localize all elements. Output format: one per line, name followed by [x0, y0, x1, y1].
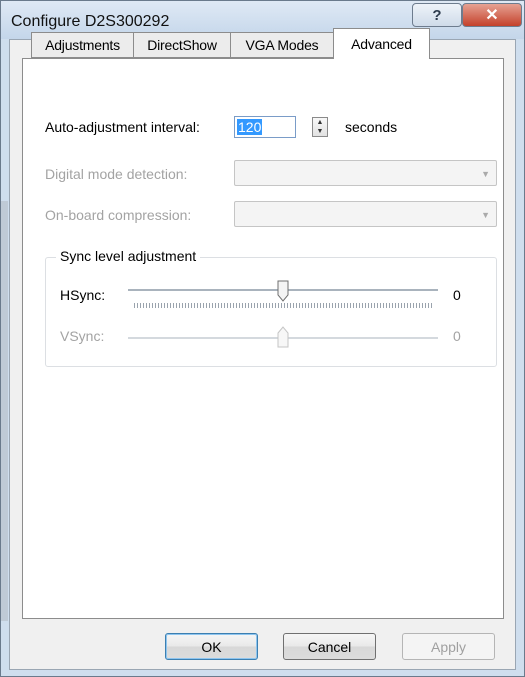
tab-label: Advanced: [351, 36, 412, 52]
chevron-down-icon: ▼: [481, 210, 490, 220]
hsync-slider-ticks: [134, 303, 432, 308]
vsync-slider-thumb[interactable]: [277, 326, 289, 348]
hsync-label: HSync:: [60, 287, 106, 303]
hsync-slider-thumb[interactable]: [277, 280, 289, 302]
vsync-value: 0: [453, 328, 461, 344]
window-title: Configure D2S300292: [11, 13, 170, 30]
close-icon: ✕: [485, 7, 499, 24]
tab-adjustments[interactable]: Adjustments: [31, 32, 134, 58]
hsync-value: 0: [453, 287, 461, 303]
compression-label: On-board compression:: [45, 207, 192, 223]
tab-advanced[interactable]: Advanced: [333, 28, 430, 59]
auto-adjust-interval-value: 120: [237, 119, 263, 135]
tab-label: VGA Modes: [245, 37, 319, 53]
spin-down-icon[interactable]: ▼: [313, 127, 327, 136]
vsync-label: VSync:: [60, 328, 105, 344]
auto-adjust-interval-input[interactable]: 120: [234, 116, 296, 138]
chevron-down-icon: ▼: [481, 169, 490, 179]
compression-select[interactable]: ▼: [234, 201, 497, 227]
auto-adjust-unit: seconds: [345, 119, 398, 135]
cancel-button[interactable]: Cancel: [283, 633, 376, 660]
close-button[interactable]: ✕: [462, 3, 522, 27]
digital-mode-label: Digital mode detection:: [45, 166, 188, 182]
help-button[interactable]: ?: [412, 3, 462, 27]
help-icon: ?: [432, 6, 442, 24]
sync-level-group-title: Sync level adjustment: [56, 248, 201, 264]
tab-directshow[interactable]: DirectShow: [133, 32, 231, 58]
spin-up-icon[interactable]: ▲: [313, 118, 327, 127]
auto-adjust-label: Auto-adjustment interval:: [45, 119, 200, 135]
apply-button[interactable]: Apply: [402, 633, 495, 660]
tab-label: Adjustments: [45, 37, 120, 53]
sync-level-group: [45, 257, 497, 367]
digital-mode-select[interactable]: ▼: [234, 160, 497, 186]
tab-vga-modes[interactable]: VGA Modes: [230, 32, 334, 58]
auto-adjust-spinner[interactable]: ▲ ▼: [312, 117, 328, 137]
ok-button[interactable]: OK: [165, 633, 258, 660]
window-frame-edge: [1, 201, 8, 621]
tab-label: DirectShow: [147, 37, 217, 53]
